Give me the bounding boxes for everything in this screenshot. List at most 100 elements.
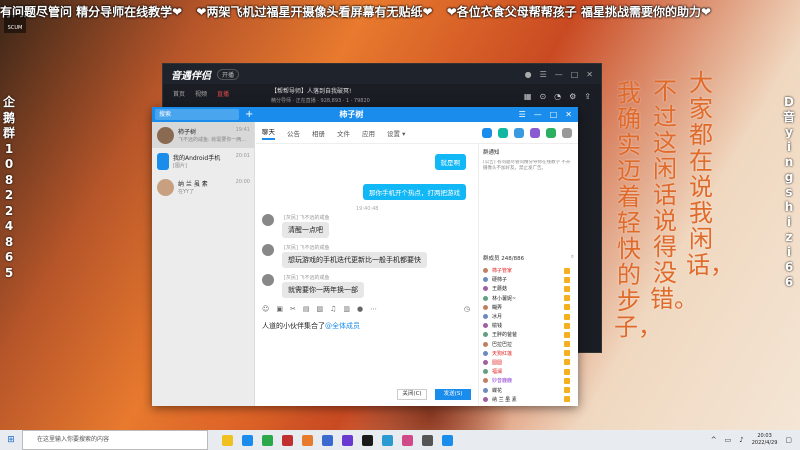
tab-home[interactable]: 首页 — [173, 89, 185, 101]
phone-call-icon[interactable] — [482, 127, 492, 138]
taskbar-app-icon[interactable] — [382, 434, 393, 446]
menu-icon[interactable]: ☰ — [519, 110, 526, 119]
volume-icon[interactable]: ♪ — [739, 436, 743, 444]
taskbar-app-icon[interactable] — [362, 434, 373, 446]
member-item[interactable]: 柿子管家 — [479, 266, 578, 275]
member-item[interactable]: 妙音鹿鹿 — [479, 376, 578, 385]
member-item[interactable]: 王蘑菇 — [479, 284, 578, 293]
message-input[interactable]: 人道的小伙伴集合了@全体成员 — [262, 321, 360, 331]
lock-icon[interactable]: ⊙ — [539, 92, 546, 101]
member-item[interactable]: 天狗红莲 — [479, 349, 578, 358]
close-icon[interactable]: ✕ — [565, 110, 572, 119]
tab-files[interactable]: 文件 — [337, 128, 350, 138]
taskbar-app-icon[interactable] — [442, 434, 453, 446]
video-call-icon[interactable] — [498, 127, 508, 138]
clock[interactable]: 20:03 2022/4/29 — [752, 433, 778, 447]
taskbar-app-icon[interactable] — [282, 434, 293, 446]
settings-icon[interactable]: ⚙ — [569, 92, 576, 101]
app-icon[interactable] — [530, 127, 540, 138]
taskbar-app-icon[interactable] — [222, 434, 233, 446]
taskbar-app-icon[interactable] — [242, 434, 253, 446]
bell-icon[interactable]: ◔ — [554, 92, 561, 101]
notification-icon[interactable]: ▢ — [785, 436, 792, 444]
member-item[interactable]: 纳 兰 虽 素 — [479, 395, 578, 404]
conversation-preview: [图片] — [173, 163, 187, 169]
tab-settings[interactable]: 设置 ▾ — [387, 128, 405, 138]
grid-icon[interactable]: ▦ — [524, 92, 532, 101]
chat-tabs: 聊天 公告 相册 文件 应用 设置 ▾ — [256, 122, 578, 144]
minimize-icon[interactable]: — — [534, 110, 542, 119]
image-icon[interactable]: ▧ — [316, 305, 323, 313]
tab-chat[interactable]: 聊天 — [262, 126, 275, 140]
conversation-item[interactable]: 纳 兰 虽 素 在YY了 20:00 — [152, 174, 254, 200]
menu-icon[interactable]: ☰ — [540, 70, 547, 79]
mic-icon[interactable]: ● — [357, 305, 363, 313]
scissors-icon[interactable]: ✂ — [290, 305, 296, 313]
taskbar-app-icon[interactable] — [422, 434, 433, 446]
gif-icon[interactable]: ▣ — [276, 305, 283, 313]
red-packet-icon[interactable]: ▥ — [343, 305, 350, 313]
chat-title: 柿子树 — [339, 110, 364, 119]
member-item[interactable]: 硬柿子 — [479, 275, 578, 284]
history-icon[interactable]: ◷ — [464, 305, 470, 313]
left-qq-group-column: 企鹅群 108 224 865 — [2, 95, 15, 280]
sender-name: [灰民] 飞不远的咸鱼 — [284, 275, 330, 281]
add-icon[interactable]: + — [245, 109, 253, 120]
minimize-icon[interactable]: — — [555, 70, 563, 79]
windows-start-icon[interactable]: ⊞ — [0, 430, 22, 450]
conversation-item[interactable]: 我的Android手机 [图片] 20:01 — [152, 148, 254, 174]
notice-text[interactable]: [公告] 有问题尽管问精分导师在线教学 不开摄像头不加好友。禁止发广告。 — [479, 160, 578, 200]
more-icon[interactable]: ⋯ — [370, 305, 377, 313]
member-item[interactable]: 糊弄 — [479, 303, 578, 312]
screen-share-icon[interactable] — [514, 127, 524, 138]
member-item[interactable]: 圆圆 — [479, 358, 578, 367]
taskbar-app-icon[interactable] — [302, 434, 313, 446]
member-item[interactable]: 福澜 — [479, 367, 578, 376]
share-icon[interactable]: ⇪ — [584, 92, 591, 101]
sender-name: [灰民] 飞不远的咸鱼 — [284, 215, 330, 221]
qq-chat-window: 搜索 + 柿子树 ☰ — □ ✕ 柿子树 飞不远的咸鱼: 就需要你一两... 1… — [152, 107, 578, 406]
taskbar-app-icon[interactable] — [402, 434, 413, 446]
member-item[interactable]: 冰月 — [479, 312, 578, 321]
member-item[interactable]: 王胖的爸爸 — [479, 330, 578, 339]
user-avatar[interactable]: ● — [525, 70, 532, 79]
message-text: 想玩游戏的手机迭代更新比一般手机都要快 — [282, 252, 427, 268]
chevron-up-icon[interactable]: ^ — [711, 436, 717, 444]
taskbar-app-icon[interactable] — [262, 434, 273, 446]
close-icon[interactable]: ✕ — [586, 70, 593, 79]
folder-icon[interactable]: ▤ — [303, 305, 310, 313]
taskbar-search-input[interactable]: 在这里输入你要搜索的内容 — [22, 430, 208, 450]
taskbar-app-icon[interactable] — [322, 434, 333, 446]
member-item[interactable]: 林小薯妮~ — [479, 294, 578, 303]
marquee-text: ❤各位衣食父母帮帮孩子 福星挑战需要你的助力❤ — [446, 5, 712, 19]
member-item[interactable]: 蝶花 — [479, 385, 578, 394]
poem-column-1: 大家都在说我闲话， — [686, 69, 734, 279]
back-window-icons: ▦ ⊙ ◔ ⚙ ⇪ — [524, 92, 591, 101]
chat-window-controls: ☰ — □ ✕ — [519, 110, 578, 119]
search-icon[interactable]: ⌕ — [571, 254, 574, 262]
search-input[interactable]: 搜索 — [155, 109, 239, 120]
member-item[interactable]: 巴拉巴拉 — [479, 340, 578, 349]
member-name: 福澜 — [492, 369, 503, 376]
tab-album[interactable]: 相册 — [312, 128, 325, 138]
close-button[interactable]: 关闭(C) — [397, 389, 427, 400]
tab-apps[interactable]: 应用 — [362, 128, 375, 138]
message-text: 清醒一点吧 — [282, 222, 329, 238]
member-item[interactable]: 榆钱 — [479, 321, 578, 330]
taskbar-app-icon[interactable] — [342, 434, 353, 446]
maximize-icon[interactable]: □ — [550, 110, 558, 119]
tab-notice[interactable]: 公告 — [287, 128, 300, 138]
send-button[interactable]: 发送(S) — [435, 389, 471, 400]
invite-icon[interactable] — [546, 127, 556, 138]
more-icon[interactable] — [562, 127, 572, 138]
tab-live[interactable]: 直播 — [217, 89, 229, 101]
network-icon[interactable]: ▭ — [725, 436, 732, 444]
emoji-icon[interactable]: ☺ — [262, 305, 269, 313]
tab-video[interactable]: 视频 — [195, 89, 207, 101]
live-chip[interactable]: 开播 — [217, 68, 240, 80]
input-toolbar: ☺ ▣ ✂ ▤ ▧ ♫ ▥ ● ⋯ ◷ — [262, 305, 470, 313]
music-icon[interactable]: ♫ — [330, 305, 336, 313]
member-badge-icon — [564, 359, 570, 366]
conversation-item[interactable]: 柿子树 飞不远的咸鱼: 就需要你一两... 19:41 — [152, 122, 254, 148]
maximize-icon[interactable]: □ — [571, 70, 579, 79]
